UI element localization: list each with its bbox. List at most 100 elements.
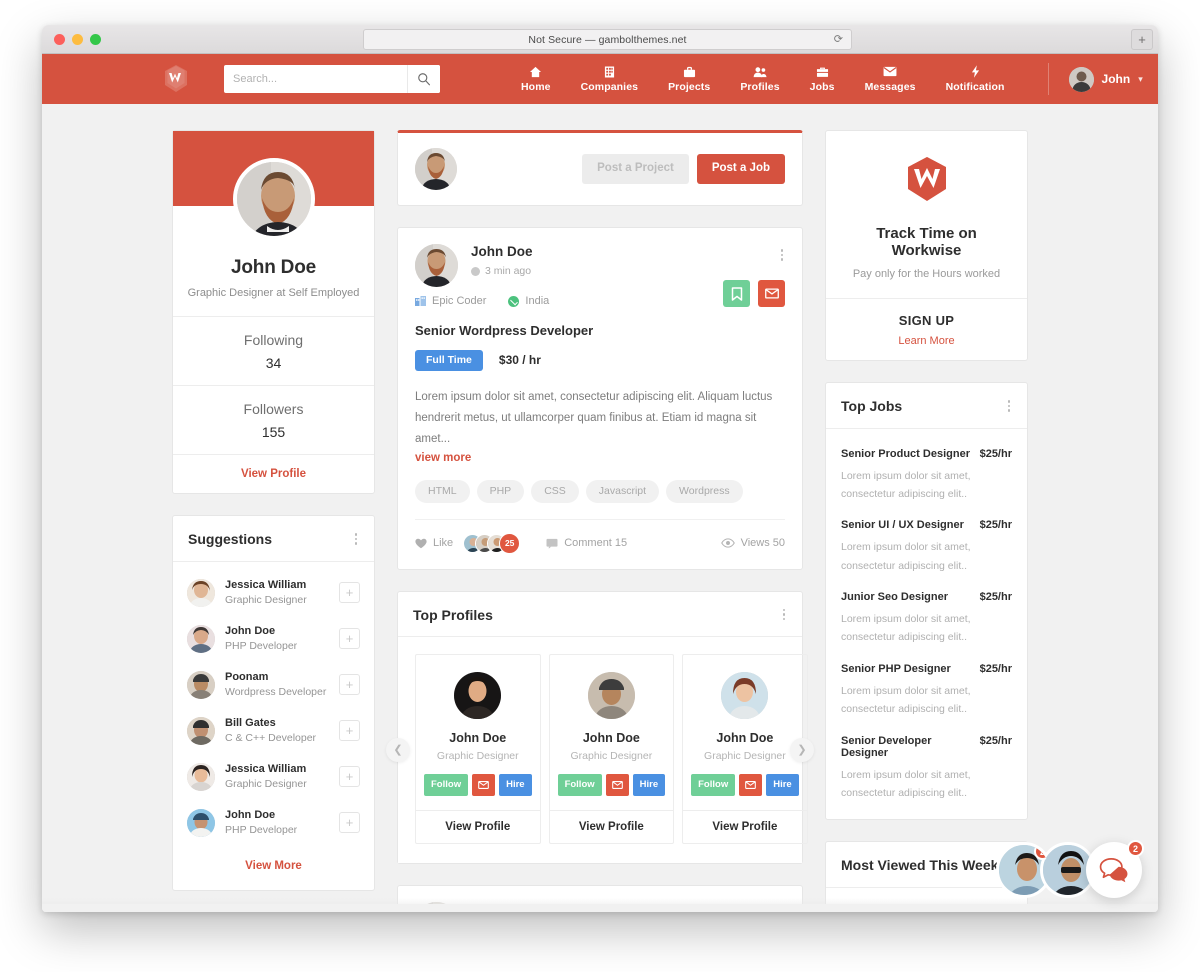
- list-item[interactable]: Jessica William Graphic Designer +: [187, 570, 360, 616]
- nav-item-companies[interactable]: Companies: [566, 65, 654, 93]
- suggestions-view-more-link[interactable]: View More: [173, 850, 374, 890]
- chevron-down-icon[interactable]: ▾: [1138, 74, 1143, 85]
- bookmark-icon[interactable]: [723, 280, 750, 307]
- chevron-right-icon[interactable]: ❯: [790, 737, 814, 762]
- list-item[interactable]: John Doe PHP Developer +: [187, 616, 360, 662]
- right-sidebar: Track Time on Workwise Pay only for the …: [825, 130, 1028, 912]
- nav-item-projects[interactable]: Projects: [653, 65, 725, 93]
- top-jobs-options-icon[interactable]: [1006, 397, 1013, 415]
- avatar: [187, 762, 215, 791]
- view-profile-link[interactable]: View Profile: [173, 454, 374, 493]
- search-box[interactable]: [224, 65, 440, 93]
- hire-button[interactable]: Hire: [499, 774, 532, 796]
- workwise-logo-icon[interactable]: [159, 62, 193, 96]
- follow-button[interactable]: Follow: [557, 774, 602, 796]
- close-window-button[interactable]: [54, 34, 65, 45]
- list-item[interactable]: Jessica William Graphic Designer +: [187, 754, 360, 800]
- post-project-button[interactable]: Post a Project: [582, 154, 689, 184]
- avatar: [1068, 66, 1094, 92]
- job-head: Senior Developer Designer $25/hr: [841, 735, 1012, 759]
- top-profiles-options-icon[interactable]: [781, 606, 788, 624]
- chat-bubble-icon[interactable]: 2: [1086, 840, 1144, 898]
- view-profile-link[interactable]: View Profile: [549, 809, 674, 843]
- list-item[interactable]: John Doe PHP Developer +: [187, 800, 360, 846]
- comment-button[interactable]: Comment 15: [546, 537, 627, 549]
- post-actions: [723, 280, 785, 307]
- chat-widget[interactable]: 2 2: [996, 840, 1144, 898]
- skill-tags: HTML PHP CSS Javascript Wordpress: [398, 464, 802, 503]
- profile-tile-body: John Doe Graphic Designer Follow Hire: [416, 655, 540, 809]
- envelope-icon[interactable]: [739, 774, 763, 796]
- list-item[interactable]: Junior Seo Designer $25/hr Lorem ipsum d…: [841, 578, 1012, 650]
- maximize-window-button[interactable]: [90, 34, 101, 45]
- list-item[interactable]: Senior Product Designer $25/hr Lorem ips…: [841, 435, 1012, 507]
- user-menu[interactable]: John ▾: [1047, 63, 1143, 95]
- nav-item-notification[interactable]: Notification: [931, 65, 1020, 93]
- add-connection-button[interactable]: +: [339, 766, 360, 787]
- list-item[interactable]: Poonam Wordpress Developer +: [187, 662, 360, 708]
- new-tab-button[interactable]: +: [1131, 29, 1153, 50]
- nav-item-jobs[interactable]: Jobs: [795, 65, 850, 93]
- follow-button[interactable]: Follow: [424, 774, 469, 796]
- list-item[interactable]: Senior UI / UX Designer $25/hr Lorem ips…: [841, 506, 1012, 578]
- promo-subtitle: Pay only for the Hours worked: [852, 268, 1001, 280]
- chevron-left-icon[interactable]: ❮: [386, 737, 410, 762]
- avatar: [415, 244, 458, 287]
- address-bar[interactable]: Not Secure — gambolthemes.net ⟳: [363, 29, 852, 50]
- stat-value: 155: [261, 424, 286, 440]
- view-more-link[interactable]: view more: [398, 450, 802, 464]
- post-author[interactable]: John Doe: [471, 244, 533, 259]
- job-title: Senior Developer Designer: [841, 734, 932, 759]
- company-icon: [415, 296, 426, 306]
- sign-up-button[interactable]: SIGN UP: [826, 313, 1027, 328]
- add-connection-button[interactable]: +: [339, 628, 360, 649]
- like-button[interactable]: Like: [415, 537, 453, 549]
- view-profile-link[interactable]: View Profile: [683, 809, 807, 843]
- hire-button[interactable]: Hire: [632, 774, 666, 796]
- list-item[interactable]: Senior PHP Designer $25/hr Lorem ipsum d…: [841, 650, 1012, 722]
- follow-button[interactable]: Follow: [691, 774, 736, 796]
- hire-button[interactable]: Hire: [766, 774, 799, 796]
- add-connection-button[interactable]: +: [339, 720, 360, 741]
- search-input[interactable]: [224, 65, 407, 93]
- post-job-button[interactable]: Post a Job: [696, 154, 785, 184]
- status-badge: 2: [1034, 845, 1049, 860]
- add-connection-button[interactable]: +: [339, 582, 360, 603]
- promo-body: Track Time on Workwise Pay only for the …: [826, 131, 1027, 298]
- suggestion-role: PHP Developer: [225, 824, 298, 836]
- suggestion-text: Jessica William Graphic Designer: [225, 579, 329, 606]
- window-controls[interactable]: [54, 34, 101, 45]
- list-item[interactable]: Bill Gates C & C++ Developer +: [187, 708, 360, 754]
- profile-role: Graphic Designer: [704, 750, 786, 763]
- skill-tag[interactable]: Wordpress: [666, 480, 743, 503]
- add-connection-button[interactable]: +: [339, 812, 360, 833]
- skill-tag[interactable]: HTML: [415, 480, 470, 503]
- job-title[interactable]: Senior Wordpress Developer: [398, 307, 802, 338]
- envelope-icon[interactable]: [605, 774, 629, 796]
- suggestion-text: John Doe PHP Developer: [225, 809, 329, 836]
- nav-item-home[interactable]: Home: [506, 65, 566, 93]
- skill-tag[interactable]: PHP: [476, 480, 525, 503]
- composer-actions: Post a Project Post a Job: [582, 154, 785, 184]
- envelope-icon[interactable]: [758, 280, 785, 307]
- view-profile-link[interactable]: View Profile: [416, 809, 540, 843]
- envelope-icon[interactable]: [472, 774, 496, 796]
- stat-label: Following: [243, 332, 304, 348]
- address-bar-text: Not Secure — gambolthemes.net: [528, 33, 687, 46]
- list-item[interactable]: Senior Developer Designer $25/hr Lorem i…: [841, 722, 1012, 806]
- minimize-window-button[interactable]: [72, 34, 83, 45]
- skill-tag[interactable]: Javascript: [585, 480, 660, 503]
- post-options-icon[interactable]: [779, 246, 786, 264]
- suggestions-options-icon[interactable]: [353, 530, 360, 548]
- nav-item-profiles[interactable]: Profiles: [725, 65, 794, 93]
- profile-tile: John Doe Graphic Designer Follow Hire Vi…: [415, 654, 541, 844]
- reload-icon[interactable]: ⟳: [834, 34, 843, 45]
- search-icon[interactable]: [407, 65, 440, 93]
- suggestion-text: Poonam Wordpress Developer: [225, 671, 329, 698]
- job-title: Senior Product Designer: [841, 447, 970, 460]
- skill-tag[interactable]: CSS: [531, 480, 579, 503]
- learn-more-link[interactable]: Learn More: [826, 335, 1027, 347]
- nav-item-messages[interactable]: Messages: [850, 65, 931, 93]
- add-connection-button[interactable]: +: [339, 674, 360, 695]
- profile-name: John Doe: [231, 257, 316, 278]
